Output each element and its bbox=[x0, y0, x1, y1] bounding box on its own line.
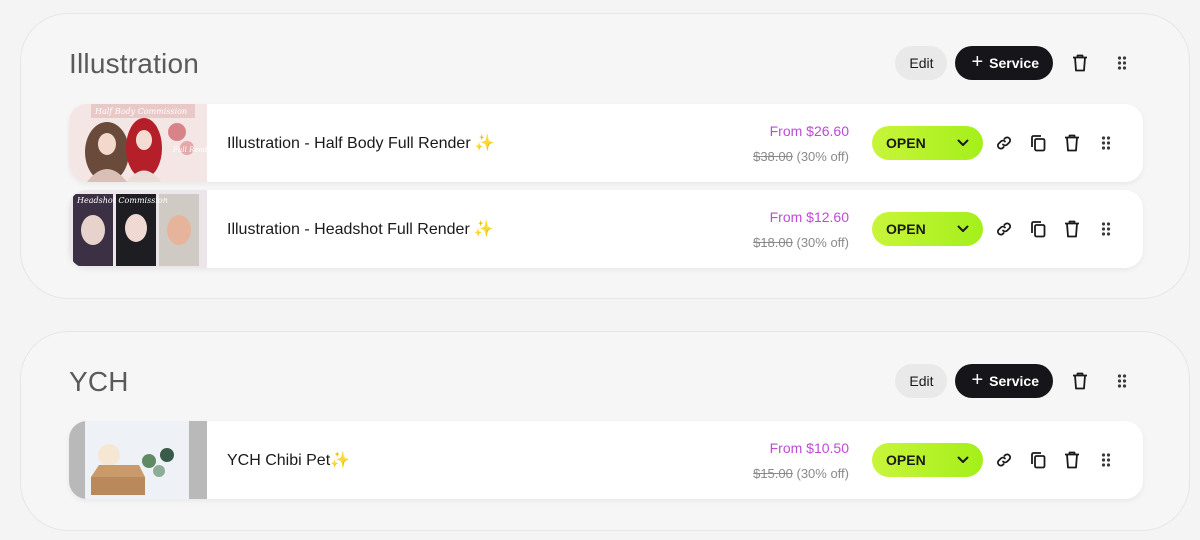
section-title: Illustration bbox=[69, 48, 200, 79]
price-block: From $10.50 $15.00 (30% off) bbox=[753, 439, 849, 483]
service-title: Illustration - Half Body Full Render ✨ bbox=[227, 135, 495, 152]
trash-icon bbox=[1065, 451, 1079, 469]
sparkle-icon: ✨ bbox=[474, 135, 495, 152]
section-title: YCH bbox=[69, 366, 129, 397]
drag-handle-section[interactable] bbox=[1107, 366, 1137, 396]
svg-text:Headshot Commission: Headshot Commission bbox=[76, 196, 168, 205]
drag-handle-icon bbox=[1101, 136, 1111, 150]
sparkle-icon: ✨ bbox=[330, 452, 351, 469]
duplicate-button[interactable] bbox=[1023, 128, 1053, 158]
trash-icon bbox=[1073, 54, 1087, 72]
price-original: $18.00 (30% off) bbox=[753, 235, 849, 250]
delete-service-button[interactable] bbox=[1057, 128, 1087, 158]
delete-section-button[interactable] bbox=[1065, 48, 1095, 78]
chevron-down-icon bbox=[957, 139, 969, 146]
section-ych: YCH Edit + Service YCH Chibi Pet✨ From $… bbox=[20, 331, 1190, 531]
service-thumbnail: Half Body Commission Full Render bbox=[69, 104, 207, 182]
chevron-down-icon bbox=[957, 225, 969, 232]
link-icon bbox=[997, 453, 1011, 467]
chevron-down-icon bbox=[957, 456, 969, 463]
add-service-label: Service bbox=[989, 55, 1039, 71]
trash-icon bbox=[1065, 134, 1079, 152]
duplicate-button[interactable] bbox=[1023, 214, 1053, 244]
price-from: From $12.60 bbox=[769, 209, 849, 225]
delete-service-button[interactable] bbox=[1057, 214, 1087, 244]
plus-icon: + bbox=[971, 51, 984, 73]
trash-icon bbox=[1065, 220, 1079, 238]
edit-section-button[interactable]: Edit bbox=[895, 46, 948, 80]
service-row[interactable]: YCH Chibi Pet✨ From $10.50 $15.00 (30% o… bbox=[69, 421, 1143, 499]
price-from: From $10.50 bbox=[769, 440, 849, 456]
service-thumbnail: Headshot Commission bbox=[69, 190, 207, 268]
duplicate-button[interactable] bbox=[1023, 445, 1053, 475]
service-thumbnail bbox=[69, 421, 207, 499]
add-service-button[interactable]: + Service bbox=[955, 364, 1053, 398]
drag-handle-service[interactable] bbox=[1091, 445, 1121, 475]
service-title: Illustration - Headshot Full Render ✨ bbox=[227, 221, 494, 238]
section-actions: Edit + Service bbox=[895, 364, 1137, 398]
drag-handle-service[interactable] bbox=[1091, 214, 1121, 244]
copy-icon bbox=[1031, 452, 1046, 469]
price-block: From $12.60 $18.00 (30% off) bbox=[753, 208, 849, 252]
drag-handle-icon bbox=[1101, 453, 1111, 467]
delete-section-button[interactable] bbox=[1065, 366, 1095, 396]
drag-handle-service[interactable] bbox=[1091, 128, 1121, 158]
section-illustration: Illustration Edit + Service Half Body Co… bbox=[20, 13, 1190, 299]
copy-icon bbox=[1031, 221, 1046, 238]
status-dropdown[interactable]: OPEN bbox=[872, 443, 983, 477]
price-from: From $26.60 bbox=[769, 123, 849, 139]
status-dropdown[interactable]: OPEN bbox=[872, 126, 983, 160]
row-actions bbox=[989, 128, 1121, 158]
svg-text:Full Render: Full Render bbox=[172, 146, 207, 154]
row-actions bbox=[989, 214, 1121, 244]
status-dropdown[interactable]: OPEN bbox=[872, 212, 983, 246]
drag-handle-icon bbox=[1101, 222, 1111, 236]
drag-handle-section[interactable] bbox=[1107, 48, 1137, 78]
section-actions: Edit + Service bbox=[895, 46, 1137, 80]
link-icon bbox=[997, 136, 1011, 150]
add-service-button[interactable]: + Service bbox=[955, 46, 1053, 80]
plus-icon: + bbox=[971, 369, 984, 391]
link-icon bbox=[997, 222, 1011, 236]
trash-icon bbox=[1073, 372, 1087, 390]
service-row[interactable]: Half Body Commission Full Render Illustr… bbox=[69, 104, 1143, 182]
price-original: $38.00 (30% off) bbox=[753, 149, 849, 164]
service-row[interactable]: Headshot Commission Illustration - Heads… bbox=[69, 190, 1143, 268]
edit-section-button[interactable]: Edit bbox=[895, 364, 948, 398]
row-actions bbox=[989, 445, 1121, 475]
copy-icon bbox=[1031, 135, 1046, 152]
svg-text:Half Body Commission: Half Body Commission bbox=[94, 107, 187, 116]
drag-handle-icon bbox=[1117, 374, 1127, 388]
sparkle-icon: ✨ bbox=[473, 221, 494, 238]
drag-handle-icon bbox=[1117, 56, 1127, 70]
copy-link-button[interactable] bbox=[989, 445, 1019, 475]
copy-link-button[interactable] bbox=[989, 214, 1019, 244]
copy-link-button[interactable] bbox=[989, 128, 1019, 158]
service-title: YCH Chibi Pet✨ bbox=[227, 452, 351, 469]
price-original: $15.00 (30% off) bbox=[753, 466, 849, 481]
price-block: From $26.60 $38.00 (30% off) bbox=[753, 122, 849, 166]
add-service-label: Service bbox=[989, 373, 1039, 389]
delete-service-button[interactable] bbox=[1057, 445, 1087, 475]
